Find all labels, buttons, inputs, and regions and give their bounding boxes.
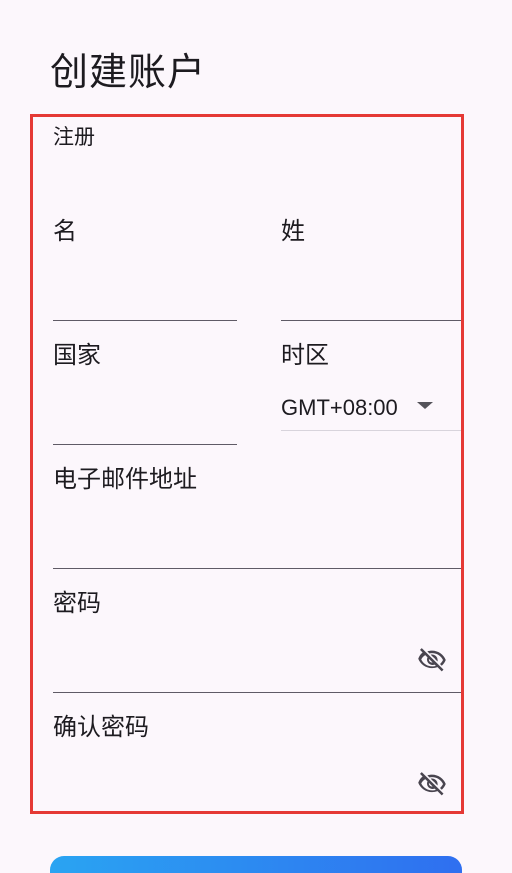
registration-form: 注册 名 姓 国家 时区 GMT+08:00 电子邮件地址 密码 确认密码	[30, 114, 464, 814]
page-title: 创建账户	[50, 50, 207, 94]
password-visibility-toggle[interactable]	[415, 645, 449, 675]
last-name-field[interactable]: 姓	[281, 215, 461, 321]
password-input[interactable]	[53, 653, 423, 687]
confirm-password-field[interactable]: 确认密码	[53, 711, 461, 811]
create-account-button[interactable]	[50, 856, 462, 873]
country-underline	[53, 444, 237, 445]
last-name-underline	[281, 320, 461, 321]
country-label: 国家	[53, 341, 101, 369]
first-name-field[interactable]: 名	[53, 215, 237, 321]
email-field[interactable]: 电子邮件地址	[53, 463, 461, 569]
timezone-label: 时区	[281, 341, 329, 369]
email-underline	[53, 568, 461, 569]
password-label: 密码	[53, 589, 101, 617]
eye-off-icon	[418, 772, 446, 796]
password-underline	[53, 692, 461, 693]
email-input[interactable]	[53, 529, 423, 563]
eye-off-icon	[418, 648, 446, 672]
timezone-underline	[281, 430, 461, 431]
dropdown-arrow-icon	[417, 402, 433, 409]
last-name-label: 姓	[281, 217, 305, 245]
country-input[interactable]	[53, 405, 197, 439]
create-account-page: 创建账户 注册 名 姓 国家 时区 GMT+08:00 电子邮件地址 密码 确认…	[0, 0, 512, 873]
first-name-input[interactable]	[53, 281, 197, 315]
timezone-select[interactable]: GMT+08:00	[281, 389, 461, 431]
timezone-selected-value: GMT+08:00	[281, 395, 398, 420]
last-name-input[interactable]	[281, 281, 423, 315]
first-name-underline	[53, 320, 237, 321]
password-field[interactable]: 密码	[53, 587, 461, 693]
timezone-field: 时区 GMT+08:00	[281, 339, 461, 435]
confirm-password-label: 确认密码	[53, 713, 149, 741]
section-label: 注册	[53, 125, 95, 149]
first-name-label: 名	[53, 217, 77, 245]
confirm-password-input[interactable]	[53, 771, 423, 805]
email-label: 电子邮件地址	[53, 465, 197, 493]
country-field[interactable]: 国家	[53, 339, 237, 445]
confirm-password-visibility-toggle[interactable]	[415, 769, 449, 799]
